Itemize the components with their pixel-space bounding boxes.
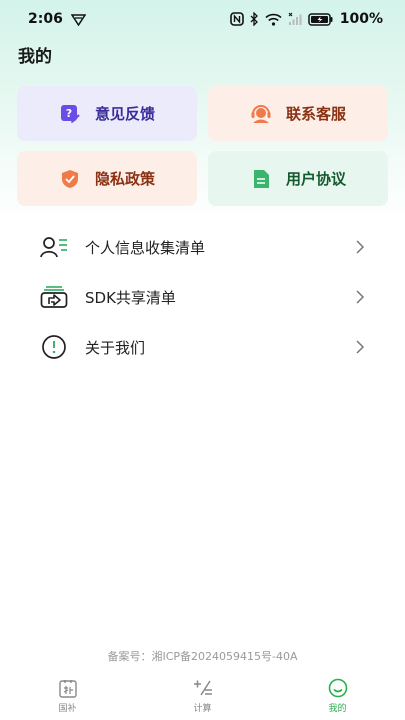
icp-record-text: 备案号：湘ICP备2024059415号-40A <box>107 650 298 663</box>
list-item-label: 关于我们 <box>85 338 146 357</box>
status-time: 2:06 <box>28 11 63 27</box>
page-title: 我的 <box>18 47 52 67</box>
feedback-card-label: 意见反馈 <box>94 105 155 123</box>
list-item-sdk-share[interactable]: SDK共享清单 <box>0 272 405 322</box>
bottom-tab-bar: 国补 计算 我的 <box>0 675 405 720</box>
status-bar: 2:06 100% <box>0 0 405 38</box>
chevron-right-icon <box>355 340 367 354</box>
privacy-policy-card[interactable]: 隐私政策 <box>17 151 197 206</box>
settings-list: 个人信息收集清单 SDK共享清单 关于我们 <box>0 222 405 372</box>
list-item-label: 个人信息收集清单 <box>85 238 206 257</box>
sdk-share-icon <box>40 283 68 311</box>
customer-service-icon <box>250 103 272 125</box>
user-list-icon <box>40 233 68 261</box>
vpn-icon <box>70 13 86 26</box>
tab-subsidy[interactable]: 国补 <box>0 675 135 720</box>
user-agreement-card[interactable]: 用户协议 <box>208 151 388 206</box>
shield-icon <box>59 168 81 190</box>
cellular-signal-icon <box>288 12 302 26</box>
chevron-right-icon <box>355 290 367 304</box>
tab-label: 国补 <box>58 704 77 714</box>
list-item-about-us[interactable]: 关于我们 <box>0 322 405 372</box>
battery-charging-icon <box>307 12 334 26</box>
chevron-right-icon <box>355 240 367 254</box>
privacy-policy-card-label: 隐私政策 <box>94 170 155 188</box>
user-agreement-card-label: 用户协议 <box>285 170 346 188</box>
battery-percent: 100% <box>339 11 383 27</box>
feedback-card[interactable]: ? 意见反馈 <box>17 86 197 141</box>
customer-service-card[interactable]: 联系客服 <box>208 86 388 141</box>
subsidy-icon <box>58 678 78 698</box>
list-item-label: SDK共享清单 <box>85 288 176 307</box>
tab-calculator[interactable]: 计算 <box>135 675 270 720</box>
info-icon <box>40 333 68 361</box>
tab-label: 计算 <box>193 704 212 714</box>
tab-mine[interactable]: 我的 <box>270 675 405 720</box>
feedback-icon: ? <box>59 103 81 125</box>
bluetooth-icon <box>250 12 259 26</box>
calculator-icon <box>193 678 213 698</box>
document-icon <box>250 168 272 190</box>
nfc-icon <box>229 12 244 26</box>
list-item-personal-info[interactable]: 个人信息收集清单 <box>0 222 405 272</box>
wifi-icon <box>265 13 282 26</box>
customer-service-card-label: 联系客服 <box>285 105 346 123</box>
svg-text:?: ? <box>66 107 72 120</box>
smile-icon <box>328 678 348 698</box>
quick-action-cards: ? 意见反馈 联系客服 隐私政策 用户协议 <box>0 86 405 206</box>
tab-label: 我的 <box>328 704 347 714</box>
